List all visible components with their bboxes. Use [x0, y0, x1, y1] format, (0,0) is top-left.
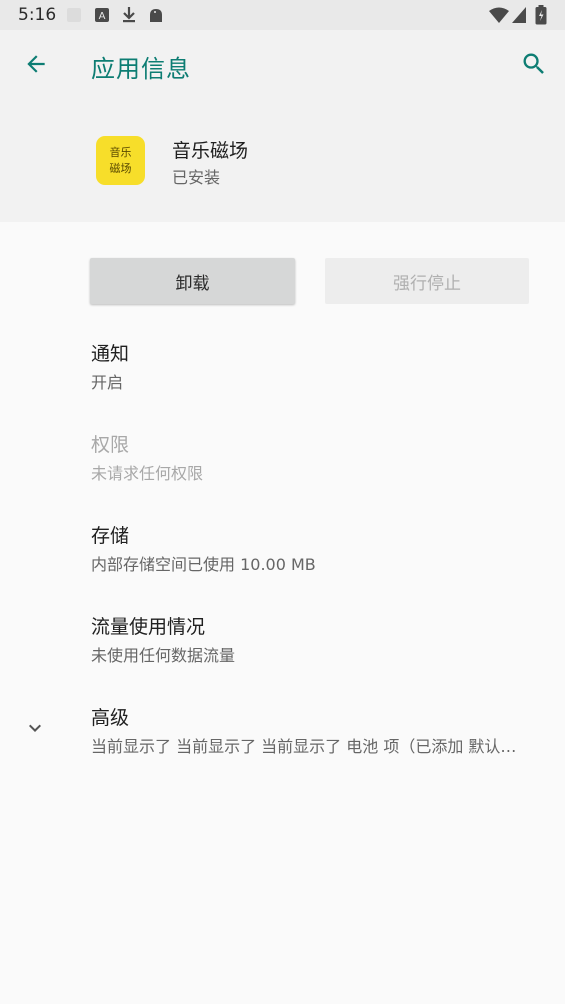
- notifications-item[interactable]: 通知 开启: [0, 339, 565, 425]
- storage-title: 存储: [91, 525, 130, 547]
- data-usage-title: 流量使用情况: [91, 616, 206, 638]
- battery-icon: [535, 5, 547, 25]
- search-icon: [520, 50, 548, 82]
- chevron-down-icon: [22, 715, 48, 741]
- app-name: 音乐磁场: [172, 140, 249, 162]
- status-time: 5:16: [18, 5, 57, 25]
- notification-placeholder-icon: [66, 6, 82, 24]
- notifications-summary: 开启: [91, 373, 124, 392]
- a-badge-icon: A: [95, 6, 109, 24]
- data-usage-summary: 未使用任何数据流量: [91, 646, 236, 665]
- permissions-item[interactable]: 权限 未请求任何权限: [0, 430, 565, 516]
- data-usage-item[interactable]: 流量使用情况 未使用任何数据流量: [0, 612, 565, 698]
- advanced-title: 高级: [91, 707, 130, 729]
- arrow-back-icon: [23, 51, 49, 81]
- app-icon-text-line1: 音乐: [109, 145, 132, 159]
- android-icon: [147, 6, 165, 24]
- svg-text:A: A: [99, 11, 106, 22]
- signal-icon: [512, 6, 526, 24]
- advanced-item[interactable]: 高级 当前显示了 当前显示了 当前显示了 电池 项（已添加 默认…: [0, 703, 565, 789]
- app-icon-text-line2: 磁场: [109, 161, 132, 175]
- status-bar: 5:16 A: [0, 0, 565, 30]
- notifications-title: 通知: [91, 343, 130, 365]
- storage-summary: 内部存储空间已使用 10.00 MB: [91, 555, 316, 574]
- force-stop-button[interactable]: 强行停止: [325, 258, 529, 304]
- permissions-title: 权限: [91, 434, 130, 456]
- page-title: 应用信息: [91, 55, 191, 83]
- search-button[interactable]: [512, 44, 556, 88]
- storage-item[interactable]: 存储 内部存储空间已使用 10.00 MB: [0, 521, 565, 607]
- app-bar: 应用信息: [0, 30, 565, 102]
- app-icon: 音乐 磁场: [96, 136, 145, 185]
- permissions-summary: 未请求任何权限: [91, 464, 204, 483]
- app-install-status: 已安装: [172, 168, 221, 187]
- download-icon: [121, 6, 137, 24]
- back-button[interactable]: [14, 44, 58, 88]
- app-header: 音乐 磁场 音乐磁场 已安装: [0, 102, 565, 222]
- advanced-summary: 当前显示了 当前显示了 当前显示了 电池 项（已添加 默认…: [91, 737, 517, 756]
- uninstall-button[interactable]: 卸载: [90, 258, 295, 304]
- wifi-icon: [489, 6, 509, 24]
